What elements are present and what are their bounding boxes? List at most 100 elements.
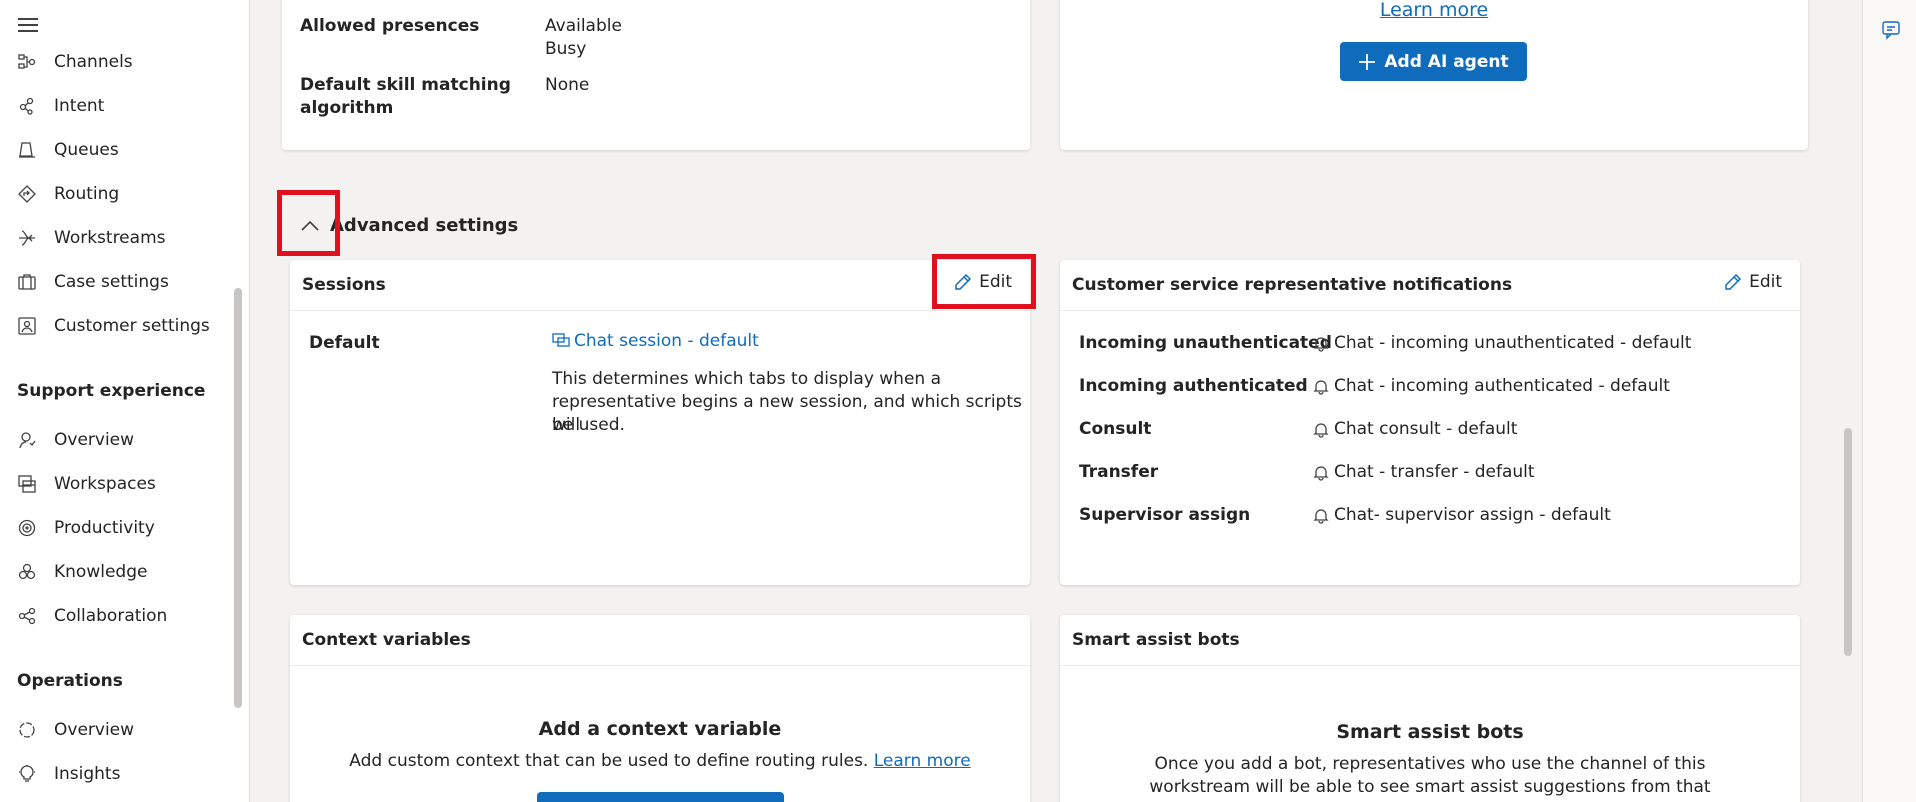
session-description-line3: be used. — [552, 415, 625, 435]
sidebar-item-workspaces[interactable]: Workspaces — [0, 464, 240, 504]
smart-assist-empty-title: Smart assist bots — [1336, 721, 1524, 743]
bell-icon — [1313, 508, 1329, 524]
workstream-properties-card: Allowed presences Available Busy Default… — [282, 0, 1030, 150]
sidebar-item-label: Overview — [54, 720, 135, 740]
right-rail — [1862, 0, 1916, 802]
advanced-settings-title: Advanced settings — [330, 215, 519, 236]
sidebar-item-label: Queues — [54, 140, 119, 160]
section-heading-support: Support experience — [17, 381, 206, 401]
sidebar-item-label: Insights — [54, 764, 121, 784]
sidebar-item-label: Intent — [54, 96, 105, 116]
hamburger-menu-icon[interactable] — [18, 18, 38, 32]
highlight-box-edit — [932, 254, 1036, 309]
sidebar-item-queues[interactable]: Queues — [0, 130, 240, 170]
add-context-variable-button[interactable] — [537, 792, 784, 802]
skill-matching-label-line1: Default skill matching — [300, 75, 511, 95]
add-context-variable-title: Add a context variable — [538, 718, 782, 740]
smart-assist-empty-line1: Once you add a bot, representatives who … — [1154, 754, 1706, 774]
sidebar-item-workstreams[interactable]: Workstreams — [0, 218, 240, 258]
sidebar-item-label: Workspaces — [54, 474, 156, 494]
sidebar-item-intent[interactable]: Intent — [0, 86, 240, 126]
sessions-card: Sessions Edit Default Chat session - def… — [290, 260, 1030, 585]
bell-icon — [1313, 422, 1329, 438]
customer-settings-icon — [16, 315, 38, 337]
smart-assist-bots-card: Smart assist bots Smart assist bots Once… — [1060, 615, 1800, 802]
default-label: Default — [309, 333, 380, 353]
bell-icon — [1313, 336, 1329, 352]
overview-icon — [16, 719, 38, 741]
sidebar-item-customer-settings[interactable]: Customer settings — [0, 306, 240, 346]
notif-label-1: Incoming authenticated — [1079, 376, 1308, 396]
case-settings-icon — [16, 271, 38, 293]
sidebar-item-label: Overview — [54, 430, 135, 450]
main-scrollbar[interactable] — [1844, 428, 1852, 656]
presence-busy: Busy — [545, 39, 587, 59]
chat-session-icon — [552, 333, 570, 347]
notif-label-0: Incoming unauthenticated — [1079, 333, 1332, 353]
pencil-icon — [1725, 273, 1742, 290]
sidebar-scrollbar[interactable] — [234, 288, 242, 708]
smart-assist-title: Smart assist bots — [1072, 630, 1240, 650]
channels-icon — [16, 51, 38, 73]
sidebar-item-knowledge[interactable]: Knowledge — [0, 552, 240, 592]
context-variables-header: Context variables — [290, 615, 1030, 666]
context-variables-title: Context variables — [302, 630, 471, 650]
notif-value-2[interactable]: Chat consult - default — [1313, 418, 1517, 441]
skill-matching-value: None — [545, 75, 590, 95]
add-ai-agent-button[interactable]: Add AI agent — [1340, 42, 1527, 81]
chat-icon[interactable] — [1881, 20, 1901, 44]
overview-icon — [16, 429, 38, 451]
routing-icon — [16, 183, 38, 205]
notif-value-0[interactable]: Chat - incoming unauthenticated - defaul… — [1313, 332, 1691, 355]
sidebar-item-label: Case settings — [54, 272, 169, 292]
notifications-title: Customer service representative notifica… — [1072, 275, 1513, 295]
sidebar-item-label: Productivity — [54, 518, 155, 538]
context-variable-description: Add custom context that can be used to d… — [349, 751, 971, 771]
sidebar-item-operations-overview[interactable]: Overview — [0, 710, 240, 750]
session-description-line1: This determines which tabs to display wh… — [552, 369, 942, 389]
allowed-presences-label: Allowed presences — [300, 16, 480, 36]
notifications-edit-button[interactable]: Edit — [1723, 272, 1782, 292]
bell-icon — [1313, 465, 1329, 481]
sidebar-item-channels[interactable]: Channels — [0, 42, 240, 82]
section-heading-operations: Operations — [17, 671, 123, 691]
notif-label-3: Transfer — [1079, 462, 1159, 482]
sidebar-item-routing[interactable]: Routing — [0, 174, 240, 214]
sidebar-item-label: Routing — [54, 184, 120, 204]
presence-available: Available — [545, 16, 622, 36]
sidebar-item-support-overview[interactable]: Overview — [0, 420, 240, 460]
notif-label-2: Consult — [1079, 419, 1152, 439]
sidebar-item-label: Knowledge — [54, 562, 148, 582]
context-variables-card: Context variables Add a context variable… — [290, 615, 1030, 802]
plus-icon — [1358, 53, 1376, 71]
productivity-icon — [16, 517, 38, 539]
chat-session-link[interactable]: Chat session - default — [552, 331, 759, 351]
sidebar: Channels Intent Queues Routing Workstrea… — [0, 0, 250, 802]
knowledge-icon — [16, 561, 38, 583]
sessions-title: Sessions — [302, 275, 386, 295]
sidebar-item-label: Customer settings — [54, 316, 210, 336]
sidebar-item-productivity[interactable]: Productivity — [0, 508, 240, 548]
notif-label-4: Supervisor assign — [1079, 505, 1251, 525]
sidebar-item-label: Channels — [54, 52, 133, 72]
context-learn-more-link[interactable]: Learn more — [874, 751, 971, 771]
sidebar-item-collaboration[interactable]: Collaboration — [0, 596, 240, 636]
notif-value-1[interactable]: Chat - incoming authenticated - default — [1313, 375, 1670, 398]
workspaces-icon — [16, 473, 38, 495]
highlight-box-chevron — [277, 190, 340, 256]
smart-assist-empty-line2: workstream will be able to see smart ass… — [1149, 777, 1711, 797]
bell-icon — [1313, 379, 1329, 395]
sidebar-item-insights[interactable]: Insights — [0, 754, 240, 794]
workstreams-icon — [16, 227, 38, 249]
intent-icon — [16, 95, 38, 117]
smart-assist-header: Smart assist bots — [1060, 615, 1800, 666]
notif-value-4[interactable]: Chat- supervisor assign - default — [1313, 504, 1611, 527]
ai-agent-card: Learn more Add AI agent — [1060, 0, 1808, 150]
sidebar-item-case-settings[interactable]: Case settings — [0, 262, 240, 302]
skill-matching-label-line2: algorithm — [300, 98, 394, 118]
sidebar-item-label: Collaboration — [54, 606, 168, 626]
sidebar-item-label: Workstreams — [54, 228, 166, 248]
collaboration-icon — [16, 605, 38, 627]
notif-value-3[interactable]: Chat - transfer - default — [1313, 461, 1535, 484]
learn-more-link[interactable]: Learn more — [1380, 0, 1488, 21]
